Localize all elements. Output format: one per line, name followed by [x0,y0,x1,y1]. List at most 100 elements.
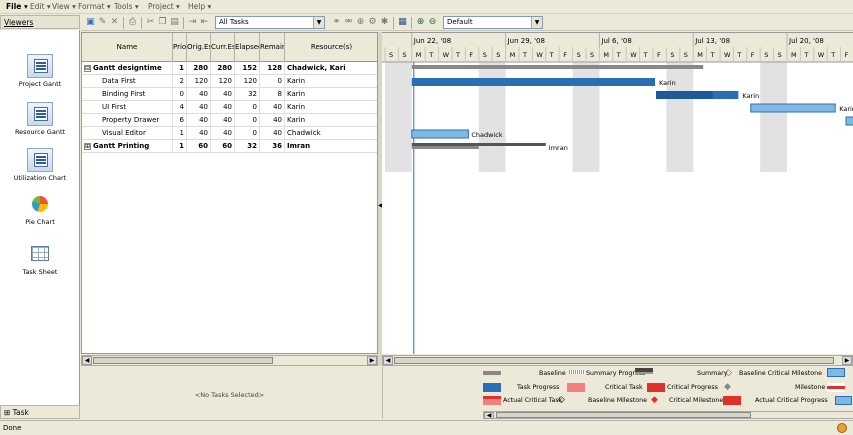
day-letter: S [670,51,674,59]
scroll-thumb[interactable] [496,412,751,418]
menu-project[interactable]: Project ▾ [148,2,180,11]
task-bar-label: Chadwick [471,131,502,139]
task-bar-data-first [411,78,655,86]
cell-elapsed: 0 [235,114,260,127]
scroll-left-icon[interactable]: ◀ [82,356,92,365]
task-panel-label: ⊞ Task [4,408,29,417]
zoom-in-icon[interactable]: ⊕ [415,17,426,28]
outdent-icon[interactable]: ⇤ [199,17,210,28]
split-icon[interactable]: ⊕ [355,17,366,28]
actual-critical-progress-swatch [835,396,852,405]
scroll-right-icon[interactable]: ▶ [842,356,852,365]
status-bar: Done [0,420,853,435]
viewer-resource-gantt[interactable]: Resource Gantt [0,102,80,136]
day-letter: T [455,51,460,59]
cell-curr: 60 [211,140,235,153]
menu-tools[interactable]: Tools ▾ [114,2,139,11]
task-bar-label: Karin [659,79,676,87]
cell-remain: 36 [260,140,285,153]
column-header[interactable]: Curr.Est [211,33,235,62]
table-row[interactable]: ⊟ Gantt designtime 1 280 280 152 128 Chadwick, … [82,62,377,75]
table-row[interactable]: Visual Editor 1 40 40 0 40 Chadwick [82,127,377,140]
task-table: NamePrioOrig.EstCurr.EstElapsedRemainRes… [81,32,378,354]
viewer-label: Project Gantt [18,80,62,88]
task-name: UI First [102,103,127,111]
chevron-down-icon: ▼ [531,17,542,28]
scroll-to-task-icon[interactable]: ▦ [397,17,408,28]
column-header[interactable]: Name [82,33,173,62]
selection-text: <No Tasks Selected> [194,391,265,399]
assign-icon[interactable]: ⚙ [367,17,378,28]
scroll-thumb[interactable] [394,357,834,364]
summary-progress-swatch [569,370,585,374]
column-header[interactable]: Orig.Est [187,33,211,62]
task-filter-select[interactable]: All Tasks ▼ [215,16,325,29]
copy-icon[interactable]: ❐ [157,17,168,28]
gantt-chart[interactable]: Jun 22, '08 Jun 29, '08 Jul 6, '08 Jul 13, … [382,32,853,354]
paste-icon[interactable]: ▤ [169,17,180,28]
legend-baseline-milestone: Baseline Milestone [588,397,647,404]
task-panel-header[interactable]: ⊞ Task [0,405,80,419]
gantt-legend: Baseline Summary Progress Summary ◇ Base… [382,367,853,419]
menu-help[interactable]: Help ▾ [188,2,211,11]
legend-scrollbar[interactable]: ◀ [483,411,853,419]
day-letter: W [630,51,637,59]
info-icon[interactable]: ✱ [379,17,390,28]
viewers-header[interactable]: Viewers [0,15,80,29]
menu-format[interactable]: Format ▾ [78,2,111,11]
print-icon[interactable]: ⎙ [127,17,138,28]
menu-view[interactable]: View ▾ [52,2,76,11]
viewer-task-sheet[interactable]: Task Sheet [0,242,80,276]
day-letter: M [697,51,703,59]
indent-icon[interactable]: ⇥ [187,17,198,28]
viewer-utilization-chart[interactable]: Utilization Chart [0,148,80,182]
scroll-right-icon[interactable]: ▶ [367,356,377,365]
zoom-out-icon[interactable]: ⊖ [427,17,438,28]
task-bar-label: Karin [742,92,759,100]
scroll-left-icon[interactable]: ◀ [383,356,393,365]
column-header[interactable]: Prio [173,33,187,62]
legend-actual-critical-task: Actual Critical Task [503,397,563,404]
column-header[interactable]: Remain [260,33,285,62]
cell-prio: 0 [173,88,187,101]
edit-icon[interactable]: ✎ [97,17,108,28]
zoom-preset-select[interactable]: Default ▼ [443,16,543,29]
table-row[interactable]: Binding First 0 40 40 32 8 Karin [82,88,377,101]
cell-curr: 40 [211,127,235,140]
delete-icon[interactable]: ✕ [109,17,120,28]
cell-orig: 40 [187,88,211,101]
summary-bar-gantt-designtime [411,65,704,69]
viewer-label: Resource Gantt [14,128,66,136]
table-row[interactable]: UI First 4 40 40 0 40 Karin [82,101,377,114]
table-row[interactable]: ⊞ Gantt Printing 1 60 60 32 36 Imran [82,140,377,153]
cut-icon[interactable]: ✂ [145,17,156,28]
column-header[interactable]: Resource(s) [285,33,377,62]
table-row[interactable]: Data First 2 120 120 120 0 Karin [82,75,377,88]
viewer-pie-chart[interactable]: Pie Chart [0,192,80,226]
menu-edit[interactable]: Edit ▾ [30,2,51,11]
task-name-cell: Visual Editor [82,127,173,140]
column-header[interactable]: Elapsed [235,33,260,62]
menubar: File ▾ Edit ▾ View ▾ Format ▾ Tools ▾ Pr… [0,0,853,14]
expand-icon[interactable]: ⊞ [84,143,91,150]
gantt-horizontal-scrollbar[interactable]: ◀ ▶ [382,355,853,366]
cell-resource: Karin [285,88,377,101]
table-row[interactable]: Property Drawer 6 40 40 0 40 Karin [82,114,377,127]
scroll-thumb[interactable] [93,357,273,364]
menu-file[interactable]: File ▾ [6,2,28,11]
critical-task-swatch [647,383,665,392]
legend-actual-critical-progress: Actual Critical Progress [755,397,828,404]
weekend-shade [385,62,399,172]
scroll-left-icon[interactable]: ◀ [484,412,494,419]
milestone-swatch [827,383,845,392]
day-letter: F [751,51,755,59]
cell-orig: 60 [187,140,211,153]
task-name-cell: UI First [82,101,173,114]
unlink-icon[interactable]: ⚮ [343,17,354,28]
collapse-icon[interactable]: ⊟ [84,65,91,72]
table-horizontal-scrollbar[interactable]: ◀ ▶ [81,355,378,366]
viewer-project-gantt[interactable]: Project Gantt [0,54,80,88]
cell-prio: 6 [173,114,187,127]
link-icon[interactable]: ⚭ [331,17,342,28]
new-task-icon[interactable]: ▣ [85,17,96,28]
